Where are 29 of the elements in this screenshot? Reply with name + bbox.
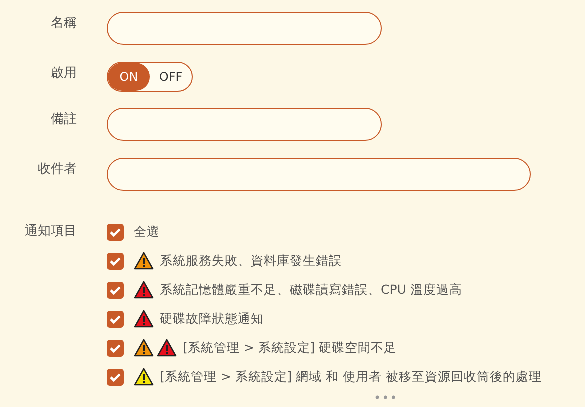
toggle-off-option[interactable]: OFF: [150, 63, 192, 91]
field-label: 名稱: [50, 15, 77, 32]
notification-label: 系統記憶體嚴重不足、磁碟讀寫錯誤、CPU 溫度過高: [160, 282, 462, 298]
notification-label: [系統管理 > 系統設定] 硬碟空間不足: [183, 340, 398, 356]
checkbox[interactable]: [107, 252, 124, 270]
checkmark-icon: [110, 314, 121, 324]
notification-label: 硬碟故障狀態通知: [160, 310, 264, 328]
field-label: 啟用: [50, 65, 77, 82]
checkbox[interactable]: [107, 282, 124, 298]
field-label: 通知項目: [24, 223, 77, 240]
checkmark-icon: [110, 372, 121, 382]
toggle-on-option[interactable]: ON: [108, 63, 150, 91]
notification-label: [系統管理 > 系統設定] 網域 和 使用者 被移至資源回收筒後的處理: [160, 368, 542, 386]
toggle-switch[interactable]: ON OFF: [107, 62, 193, 92]
text-field[interactable]: [107, 12, 382, 45]
text-field[interactable]: [107, 158, 531, 191]
checkbox[interactable]: [107, 368, 124, 386]
notification-label: 系統服務失敗、資料庫發生錯誤: [160, 252, 342, 270]
field-label: 收件者: [37, 161, 77, 178]
checkmark-icon: [110, 286, 121, 294]
checkbox[interactable]: [107, 340, 124, 356]
checkmark-icon: [110, 344, 121, 352]
notification-label: 全選: [134, 224, 160, 240]
checkmark-icon: [110, 228, 121, 236]
text-field[interactable]: [107, 108, 382, 141]
checkmark-icon: [110, 256, 121, 266]
checkbox[interactable]: [107, 224, 124, 240]
checkbox[interactable]: [107, 310, 124, 328]
field-label: 備註: [50, 111, 77, 128]
